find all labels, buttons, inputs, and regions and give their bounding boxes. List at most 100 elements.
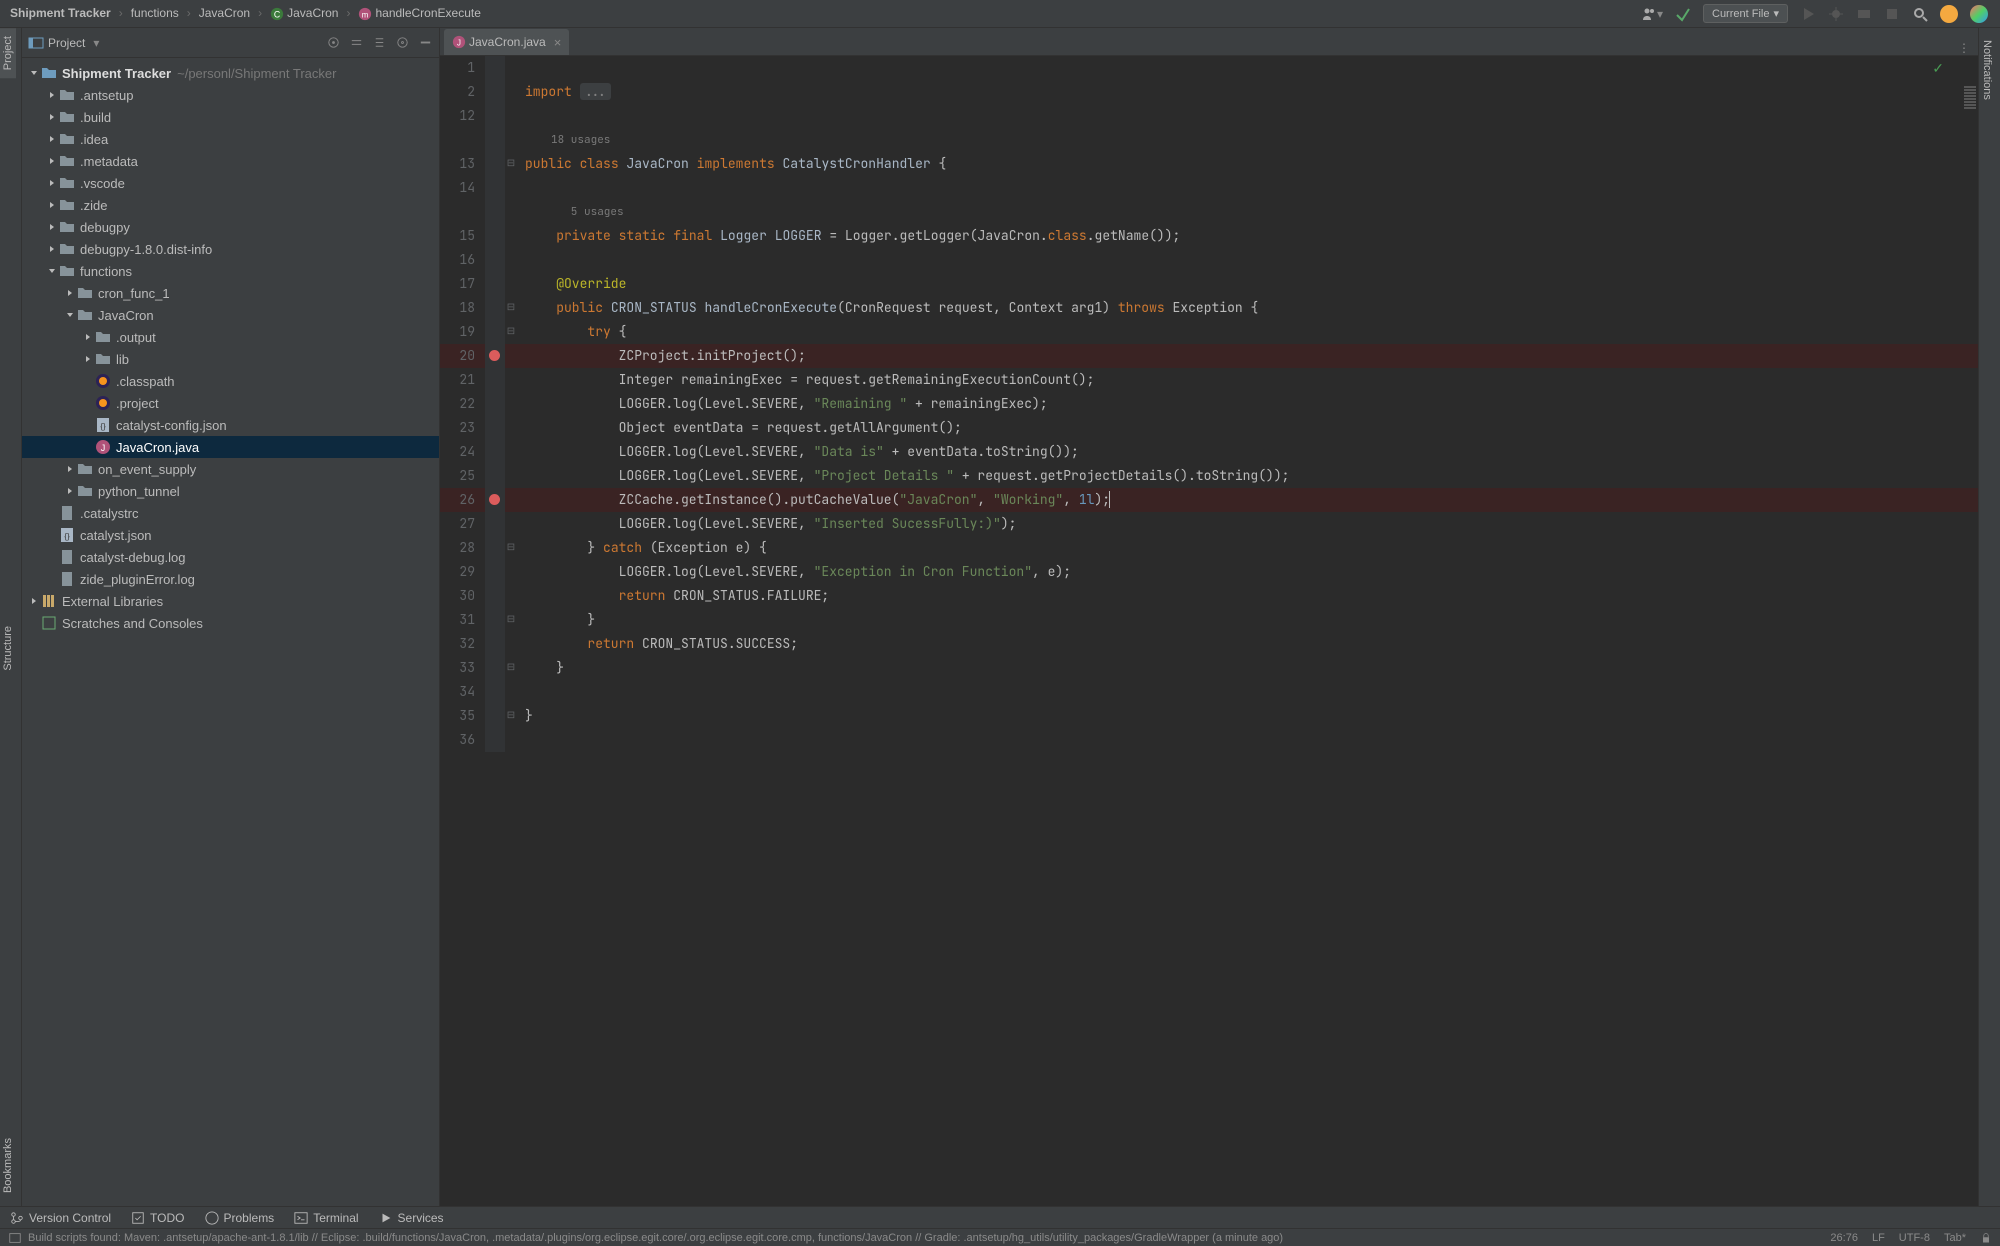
breadcrumb-folder[interactable]: JavaCron xyxy=(195,4,254,22)
code-line[interactable]: 12 xyxy=(440,104,1978,128)
hide-icon[interactable] xyxy=(418,35,433,50)
tree-node[interactable]: JavaCron xyxy=(22,304,439,326)
code-line[interactable]: 14 xyxy=(440,176,1978,200)
breadcrumb-class[interactable]: CJavaCron xyxy=(266,4,342,23)
tree-node[interactable]: .metadata xyxy=(22,150,439,172)
code-line[interactable]: 27 LOGGER.log(Level.SEVERE, "Inserted Su… xyxy=(440,512,1978,536)
code-line[interactable]: 15 private static final Logger LOGGER = … xyxy=(440,224,1978,248)
code-line[interactable]: 28⊟ } catch (Exception e) { xyxy=(440,536,1978,560)
tree-root[interactable]: Shipment Tracker~/personl/Shipment Track… xyxy=(22,62,439,84)
tool-notifications[interactable]: Notifications xyxy=(1979,32,1995,108)
error-stripe[interactable] xyxy=(1964,86,1976,110)
code-line[interactable]: 20 ZCProject.initProject(); xyxy=(440,344,1978,368)
tool-version-control[interactable]: Version Control xyxy=(10,1211,111,1225)
users-dropdown-icon[interactable]: ▾ xyxy=(1641,6,1663,22)
code-line[interactable]: 23 Object eventData = request.getAllArgu… xyxy=(440,416,1978,440)
tool-project[interactable]: Project xyxy=(0,28,16,78)
code-line[interactable]: 21 Integer remainingExec = request.getRe… xyxy=(440,368,1978,392)
build-icon[interactable] xyxy=(1675,6,1691,22)
ide-logo-icon[interactable] xyxy=(1970,5,1988,23)
code-line[interactable]: 13⊟public class JavaCron implements Cata… xyxy=(440,152,1978,176)
tool-problems[interactable]: Problems xyxy=(205,1211,275,1225)
tree-node[interactable]: {}catalyst-config.json xyxy=(22,414,439,436)
analysis-ok-icon[interactable]: ✓ xyxy=(1932,60,1944,77)
settings-icon[interactable] xyxy=(395,35,410,50)
breadcrumb-folder[interactable]: functions xyxy=(127,4,183,22)
breakpoint-icon[interactable] xyxy=(489,494,500,505)
tool-terminal[interactable]: Terminal xyxy=(294,1211,358,1225)
breadcrumb-project[interactable]: Shipment Tracker xyxy=(6,4,115,22)
tree-node[interactable]: .build xyxy=(22,106,439,128)
tree-scratches[interactable]: Scratches and Consoles xyxy=(22,612,439,634)
code-line[interactable]: 18⊟ public CRON_STATUS handleCronExecute… xyxy=(440,296,1978,320)
tab-list-icon[interactable]: ⋮ xyxy=(1950,41,1978,55)
usage-hint[interactable]: 18 usages xyxy=(440,128,1978,152)
code-line[interactable]: 22 LOGGER.log(Level.SEVERE, "Remaining "… xyxy=(440,392,1978,416)
code-line[interactable]: 26 ZCCache.getInstance().putCacheValue("… xyxy=(440,488,1978,512)
run-button[interactable] xyxy=(1800,6,1816,22)
usage-hint[interactable]: 5 usages xyxy=(440,200,1978,224)
run-config-selector[interactable]: Current File ▾ xyxy=(1703,4,1788,23)
file-tab[interactable]: J JavaCron.java × xyxy=(444,29,569,55)
debug-button[interactable] xyxy=(1828,6,1844,22)
code-line[interactable]: 36 xyxy=(440,728,1978,752)
stop-button[interactable] xyxy=(1884,6,1900,22)
tool-bookmarks[interactable]: Bookmarks xyxy=(0,1130,16,1201)
tree-node[interactable]: .classpath xyxy=(22,370,439,392)
tree-node[interactable]: cron_func_1 xyxy=(22,282,439,304)
tool-services[interactable]: Services xyxy=(379,1211,444,1225)
tree-node[interactable]: .catalystrc xyxy=(22,502,439,524)
code-editor[interactable]: 12import ...1218 usages13⊟public class J… xyxy=(440,56,1978,1206)
tree-node[interactable]: .vscode xyxy=(22,172,439,194)
code-line[interactable]: 31⊟ } xyxy=(440,608,1978,632)
tree-node[interactable]: .idea xyxy=(22,128,439,150)
code-line[interactable]: 29 LOGGER.log(Level.SEVERE, "Exception i… xyxy=(440,560,1978,584)
tree-node[interactable]: debugpy xyxy=(22,216,439,238)
tree-node[interactable]: .project xyxy=(22,392,439,414)
tree-node[interactable]: zide_pluginError.log xyxy=(22,568,439,590)
tree-node[interactable]: functions xyxy=(22,260,439,282)
select-opened-file-icon[interactable] xyxy=(326,35,341,50)
tree-node[interactable]: debugpy-1.8.0.dist-info xyxy=(22,238,439,260)
tool-structure[interactable]: Structure xyxy=(0,618,16,679)
tree-external-libs[interactable]: External Libraries xyxy=(22,590,439,612)
code-line[interactable]: 16 xyxy=(440,248,1978,272)
code-line[interactable]: 24 LOGGER.log(Level.SEVERE, "Data is" + … xyxy=(440,440,1978,464)
status-encoding[interactable]: UTF-8 xyxy=(1899,1232,1930,1244)
status-indent[interactable]: Tab* xyxy=(1944,1232,1966,1244)
tree-node[interactable]: .zide xyxy=(22,194,439,216)
tree-node[interactable]: on_event_supply xyxy=(22,458,439,480)
status-position[interactable]: 26:76 xyxy=(1830,1232,1858,1244)
tree-node[interactable]: .output xyxy=(22,326,439,348)
code-line[interactable]: 33⊟ } xyxy=(440,656,1978,680)
tree-node[interactable]: catalyst-debug.log xyxy=(22,546,439,568)
more-actions-icon[interactable] xyxy=(1856,6,1872,22)
breadcrumb-method[interactable]: mhandleCronExecute xyxy=(354,4,484,23)
tree-node[interactable]: lib xyxy=(22,348,439,370)
search-icon[interactable] xyxy=(1912,6,1928,22)
tree-node[interactable]: {}catalyst.json xyxy=(22,524,439,546)
code-line[interactable]: 32 return CRON_STATUS.SUCCESS; xyxy=(440,632,1978,656)
code-line[interactable]: 1 xyxy=(440,56,1978,80)
lock-icon[interactable] xyxy=(1980,1232,1992,1244)
collapse-all-icon[interactable] xyxy=(372,35,387,50)
tree-node[interactable]: .antsetup xyxy=(22,84,439,106)
close-tab-icon[interactable]: × xyxy=(554,35,562,50)
code-line[interactable]: 19⊟ try { xyxy=(440,320,1978,344)
project-tree[interactable]: Shipment Tracker~/personl/Shipment Track… xyxy=(22,58,439,1206)
tool-todo[interactable]: TODO xyxy=(131,1211,184,1225)
code-line[interactable]: 25 LOGGER.log(Level.SEVERE, "Project Det… xyxy=(440,464,1978,488)
status-icon[interactable] xyxy=(8,1231,22,1245)
status-line-sep[interactable]: LF xyxy=(1872,1232,1885,1244)
chevron-down-icon[interactable]: ▾ xyxy=(93,36,99,50)
code-line[interactable]: 34 xyxy=(440,680,1978,704)
tree-node[interactable]: python_tunnel xyxy=(22,480,439,502)
code-line[interactable]: 17 @Override xyxy=(440,272,1978,296)
tree-node[interactable]: JJavaCron.java xyxy=(22,436,439,458)
code-line[interactable]: 30 return CRON_STATUS.FAILURE; xyxy=(440,584,1978,608)
breakpoint-icon[interactable] xyxy=(489,350,500,361)
code-line[interactable]: 35⊟} xyxy=(440,704,1978,728)
code-line[interactable]: 2import ... xyxy=(440,80,1978,104)
expand-all-icon[interactable] xyxy=(349,35,364,50)
status-message[interactable]: Build scripts found: Maven: .antsetup/ap… xyxy=(28,1232,1283,1244)
